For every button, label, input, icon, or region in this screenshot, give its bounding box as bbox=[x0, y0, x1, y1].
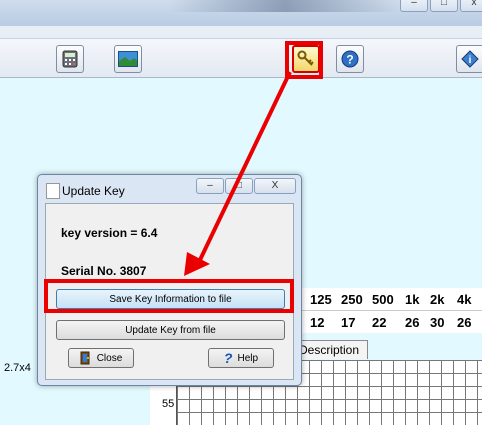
value-cell[interactable]: 12 bbox=[310, 315, 341, 330]
close-button[interactable]: Close bbox=[68, 348, 134, 368]
dialog-title: Update Key bbox=[62, 184, 125, 198]
question-icon: ? bbox=[223, 350, 233, 366]
update-key-label: Update Key from file bbox=[125, 324, 216, 336]
window-controls: – □ x bbox=[400, 0, 482, 12]
menu-strip bbox=[0, 26, 482, 39]
save-button-highlight bbox=[44, 279, 294, 313]
threshold-values-row: 12 17 22 26 30 26 bbox=[300, 311, 482, 333]
dialog-minimize-button[interactable]: – bbox=[196, 178, 224, 194]
help-button[interactable]: ? Help bbox=[208, 348, 274, 368]
window-close-button[interactable]: x bbox=[460, 0, 482, 12]
door-exit-icon bbox=[80, 351, 90, 365]
dialog-maximize-button[interactable]: □ bbox=[225, 178, 253, 194]
freq-cell: 2k bbox=[430, 291, 445, 307]
window-minimize-button[interactable]: – bbox=[400, 0, 428, 12]
close-button-label: Close bbox=[96, 352, 123, 364]
frequency-header-row: 125 250 500 1k 2k 4k bbox=[300, 288, 482, 311]
value-cell[interactable]: 26 bbox=[457, 315, 479, 330]
y-axis-tick: 55 bbox=[162, 398, 175, 410]
window-title-bar: – □ x bbox=[0, 0, 482, 26]
dialog-close-button[interactable]: X bbox=[254, 178, 296, 194]
landscape-image-icon bbox=[118, 51, 138, 67]
value-cell[interactable]: 30 bbox=[430, 315, 457, 330]
tab-description[interactable]: Description bbox=[296, 340, 368, 359]
freq-cell: 1k bbox=[405, 291, 420, 307]
window-maximize-button[interactable]: □ bbox=[430, 0, 458, 12]
dialog-window-controls: – □ X bbox=[196, 178, 296, 194]
help-icon-glyph: ? bbox=[346, 53, 353, 67]
value-cell[interactable]: 17 bbox=[341, 315, 372, 330]
calculator-button[interactable] bbox=[56, 45, 84, 73]
help-button-label: Help bbox=[237, 352, 259, 364]
info-diamond-icon: i bbox=[461, 50, 479, 68]
serial-number-label: Serial No. 3807 bbox=[61, 264, 147, 278]
dimension-label: 2.7x4 bbox=[4, 362, 31, 374]
info-icon-glyph: i bbox=[469, 55, 472, 66]
value-cell[interactable]: 26 bbox=[405, 315, 430, 330]
key-version-label: key version = 6.4 bbox=[61, 226, 158, 240]
freq-cell: 4k bbox=[457, 291, 472, 307]
value-cell[interactable]: 22 bbox=[372, 315, 405, 330]
help-icon: ? bbox=[341, 50, 359, 68]
calculator-icon bbox=[62, 50, 78, 68]
update-key-button[interactable]: Update Key from file bbox=[56, 320, 285, 340]
help-toolbar-button[interactable]: ? bbox=[336, 45, 364, 73]
freq-cell: 125 bbox=[310, 291, 332, 307]
title-bar-gradient bbox=[170, 0, 400, 12]
freq-cell: 500 bbox=[372, 291, 394, 307]
toolbar: ? i bbox=[0, 39, 482, 78]
freq-cell: 250 bbox=[341, 291, 363, 307]
dialog-app-icon bbox=[46, 183, 60, 199]
image-button[interactable] bbox=[114, 45, 142, 73]
key-button-highlight bbox=[285, 41, 323, 79]
info-toolbar-button[interactable]: i bbox=[456, 45, 482, 73]
